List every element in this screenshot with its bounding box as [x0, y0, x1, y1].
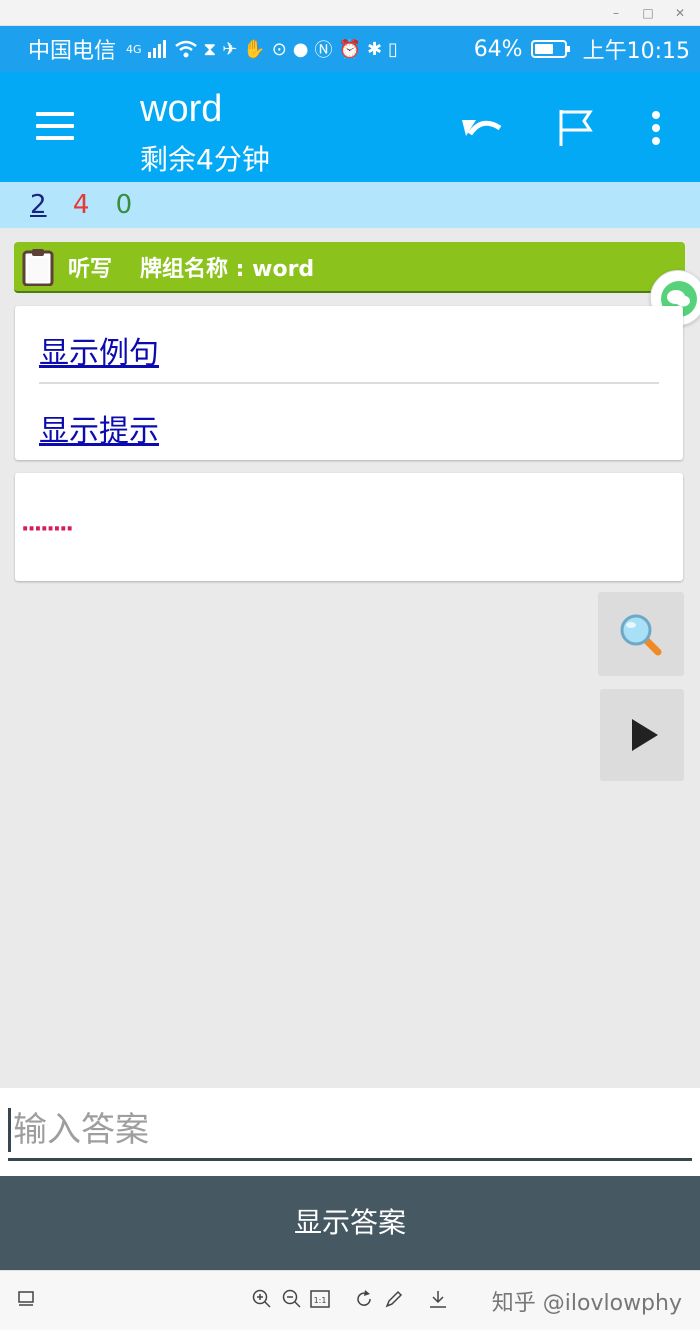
answer-input-area: [0, 1088, 700, 1176]
magnifier-icon: [620, 614, 662, 656]
study-mode-label: 听写: [68, 256, 113, 282]
carrier-label: 中国电信: [28, 39, 117, 64]
time-remaining: 剩余4分钟: [140, 143, 270, 176]
flag-icon[interactable]: [558, 108, 594, 148]
maximize-button[interactable]: □: [638, 4, 658, 22]
review-count: 0: [115, 190, 133, 220]
deck-header: 听写 牌组名称 : word: [14, 242, 685, 293]
robot-icon: ●: [292, 38, 309, 60]
learning-count: 4: [72, 190, 90, 220]
close-window-button[interactable]: ✕: [670, 4, 690, 22]
text-search-icon: ⊙: [271, 38, 287, 60]
page-title: word: [140, 88, 223, 130]
minimize-button[interactable]: –: [606, 4, 626, 22]
vibrate-icon: ▯: [388, 38, 398, 60]
show-hint-link[interactable]: 显示提示: [39, 406, 159, 450]
play-audio-button[interactable]: [600, 689, 684, 781]
bird-icon: ✈: [222, 38, 238, 60]
svg-text:1:1: 1:1: [314, 1296, 327, 1305]
deck-name-label: 牌组名称 : word: [140, 256, 315, 282]
menu-icon[interactable]: [36, 112, 74, 140]
zoom-in-icon[interactable]: [252, 1289, 272, 1309]
nfc-icon: Ⓝ: [314, 40, 333, 61]
viewer-toolbar: 1:1 知乎 @ilovlowphy: [0, 1270, 700, 1330]
wifi-icon: [174, 40, 197, 58]
input-underline: [8, 1158, 692, 1161]
hand-icon: ✋: [243, 38, 266, 60]
watermark-text: 知乎 @ilovlowphy: [491, 1291, 682, 1316]
answer-mask-card: ········: [15, 473, 683, 581]
download-icon[interactable]: [428, 1289, 448, 1309]
clock: 上午10:15: [582, 39, 690, 64]
rotate-icon[interactable]: [354, 1289, 374, 1309]
clipboard-icon: [22, 248, 54, 286]
battery-percent: 64%: [473, 36, 523, 62]
lookup-button[interactable]: [598, 592, 684, 676]
progress-counters: 2 4 0: [0, 182, 700, 228]
sidebar-toggle-icon[interactable]: [18, 1291, 34, 1307]
main-content: 听写 牌组名称 : word 显示例句 显示提示 ········: [0, 228, 700, 1088]
more-options-icon[interactable]: [650, 110, 662, 146]
play-icon: [632, 719, 658, 751]
show-example-link[interactable]: 显示例句: [39, 328, 159, 372]
actual-size-icon[interactable]: 1:1: [310, 1289, 330, 1309]
show-answer-button[interactable]: 显示答案: [0, 1176, 700, 1270]
status-right: 64% 上午10:15: [474, 33, 690, 65]
edit-pencil-icon[interactable]: [384, 1289, 404, 1309]
hint-links-card: 显示例句 显示提示: [15, 306, 683, 460]
answer-input[interactable]: [8, 1108, 692, 1152]
battery-icon: [530, 40, 570, 58]
cell-signal-icon: [147, 40, 166, 58]
bluetooth-icon: ✱: [366, 38, 383, 60]
app-bar: word 剩余4分钟: [0, 72, 700, 182]
zoom-out-icon[interactable]: [282, 1289, 302, 1309]
window-titlebar: – □ ✕: [0, 0, 700, 26]
undo-icon[interactable]: [460, 112, 504, 142]
divider: [39, 382, 659, 384]
new-count: 2: [30, 190, 47, 220]
masked-answer: ········: [21, 517, 74, 542]
hourglass-icon: ⧗: [203, 38, 217, 60]
alarm-icon: ⏰: [338, 38, 361, 60]
status-bar: 中国电信 4G ⧗ ✈ ✋ ⊙ ● Ⓝ ⏰ ✱ ▯ 64% 上午10:15: [0, 26, 700, 72]
status-icons: 4G ⧗ ✈ ✋ ⊙ ● Ⓝ ⏰ ✱ ▯: [126, 36, 398, 62]
network-type-label: 4G: [126, 42, 142, 56]
battery-fill: [534, 44, 553, 54]
